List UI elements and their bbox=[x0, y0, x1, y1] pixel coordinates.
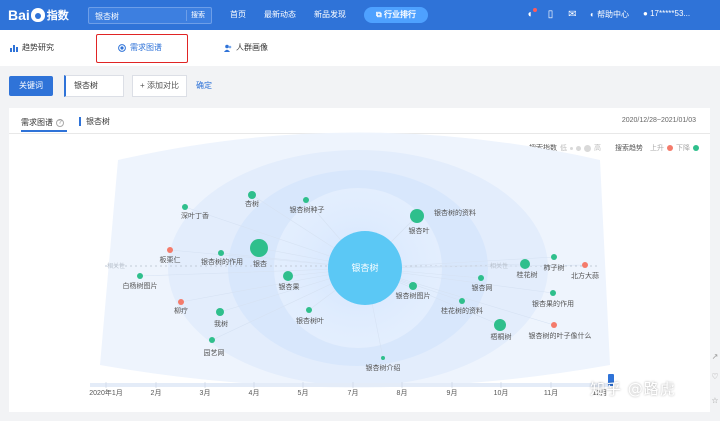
graph-node[interactable] bbox=[218, 250, 224, 256]
graph-node[interactable] bbox=[478, 275, 484, 281]
graph-node[interactable] bbox=[216, 308, 224, 316]
like-icon[interactable]: ♡ bbox=[710, 372, 720, 384]
graph-node-label: 银杏树的资料 bbox=[434, 208, 476, 217]
graph-node-label: 桂花树 bbox=[517, 270, 538, 279]
graph-node-label: 银杏网 bbox=[472, 283, 493, 292]
graph-node-label: 柿子树 bbox=[544, 263, 565, 272]
graph-node[interactable] bbox=[182, 204, 188, 210]
timeline-month-label[interactable]: 3月 bbox=[200, 389, 211, 397]
graph-node[interactable] bbox=[248, 191, 256, 199]
timeline-month-label[interactable]: 8月 bbox=[397, 389, 408, 397]
graph-node-label: 银杏果的作用 bbox=[532, 299, 574, 308]
graph-node[interactable] bbox=[250, 239, 268, 257]
graph-node-label: 银杏树叶 bbox=[296, 316, 324, 325]
graph-node[interactable] bbox=[459, 298, 465, 304]
graph-node-label: 杏树 bbox=[245, 199, 259, 208]
timeline-month-label[interactable]: 7月 bbox=[348, 389, 359, 397]
timeline-month-label[interactable]: 10月 bbox=[494, 389, 509, 397]
graph-node-label: 板栗仁 bbox=[160, 255, 181, 264]
graph-node-label: 银杏叶 bbox=[409, 226, 430, 235]
graph-node-label: 银杏树图片 bbox=[396, 291, 431, 300]
timeline-month-label[interactable]: 4月 bbox=[249, 389, 260, 397]
graph-node-label: 桂花树的资料 bbox=[441, 306, 483, 315]
timeline-month-label[interactable]: 5月 bbox=[298, 389, 309, 397]
graph-node-label: 白杨树图片 bbox=[123, 281, 158, 290]
graph-node[interactable] bbox=[550, 290, 556, 296]
star-icon[interactable]: ☆ bbox=[710, 396, 720, 408]
graph-node-label: 银杏树的作用 bbox=[201, 257, 243, 266]
graph-node[interactable] bbox=[137, 273, 143, 279]
graph-node[interactable] bbox=[582, 262, 588, 268]
graph-node-label: 银杏树种子 bbox=[290, 205, 325, 214]
graph-node-label: 银杏果 bbox=[279, 282, 300, 291]
graph-node[interactable] bbox=[167, 247, 173, 253]
demand-graph: 深叶丁香杏树银杏树种子 银杏树的资料银杏叶板栗仁 银杏树的作用 银杏银杏果白杨树图片桂… bbox=[89, 132, 614, 397]
graph-node[interactable] bbox=[209, 337, 215, 343]
graph-node[interactable] bbox=[178, 299, 184, 305]
axis-left-label: 相关性 bbox=[107, 262, 125, 270]
graph-node[interactable] bbox=[303, 197, 309, 203]
timeline-month-label[interactable]: 9月 bbox=[447, 389, 458, 397]
graph-node-label: 深叶丁香 bbox=[181, 211, 209, 220]
graph-node-label: 银杏 bbox=[253, 259, 267, 268]
graph-node[interactable] bbox=[551, 254, 557, 260]
axis-right-label: 相关性 bbox=[490, 262, 508, 270]
graph-node-label: 柳疗 bbox=[174, 306, 188, 315]
graph-node[interactable] bbox=[283, 271, 293, 281]
timeline-track[interactable] bbox=[90, 383, 610, 387]
graph-node[interactable] bbox=[520, 259, 530, 269]
graph-node[interactable] bbox=[494, 319, 506, 331]
graph-node-label: 银杏树的叶子像什么 bbox=[529, 331, 592, 340]
graph-node-label: 北方大蒜 bbox=[571, 271, 599, 280]
share-icon[interactable]: ↗ bbox=[710, 352, 720, 364]
graph-node-label: 园艺网 bbox=[204, 349, 225, 357]
graph-node-label: 梧桐树 bbox=[491, 332, 512, 341]
timeline-month-label[interactable]: 2月 bbox=[151, 389, 162, 397]
graph-node-label: 我树 bbox=[214, 319, 228, 328]
graph-node[interactable] bbox=[306, 307, 312, 313]
watermark: 知乎 @路虎 bbox=[590, 380, 676, 398]
graph-node[interactable] bbox=[409, 282, 417, 290]
graph-node[interactable] bbox=[381, 356, 385, 360]
graph-node[interactable] bbox=[551, 322, 557, 328]
timeline-month-label[interactable]: 11月 bbox=[544, 389, 558, 397]
center-node-label: 银杏树 bbox=[351, 262, 378, 273]
graph-node-label: 银杏树介绍 bbox=[366, 363, 401, 372]
timeline-month-label[interactable]: 2020年1月 bbox=[89, 388, 122, 397]
graph-node[interactable] bbox=[410, 209, 424, 223]
